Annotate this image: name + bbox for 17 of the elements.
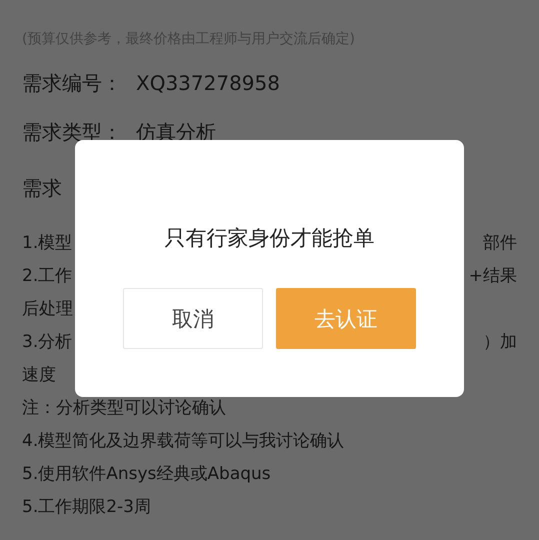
description-text: 1.模型 [22,232,72,255]
field-label: 需求编号： [22,70,122,97]
description-text: 部件 [483,232,517,255]
description-text: ）加 [483,331,517,354]
description-text: 注：分析类型可以讨论确认 [22,397,226,420]
field-value: XQ337278958 [136,71,280,95]
description-text: 3.分析 [22,331,72,354]
dialog-message: 只有行家身份才能抢单 [164,225,374,252]
description-text: +结果 [468,265,517,288]
description-text: 后处理 [22,298,73,321]
cancel-button[interactable]: 取消 [123,288,263,349]
description-text: 2.工作 [22,265,72,288]
description-text: 5.工作期限2-3周 [22,496,151,519]
description-text: 速度 [22,364,56,387]
description-text: 4.模型简化及边界载荷等可以与我讨论确认 [22,430,344,453]
description-text: 5.使用软件Ansys经典或Abaqus [22,463,271,486]
section-heading: 需求 [22,175,62,202]
